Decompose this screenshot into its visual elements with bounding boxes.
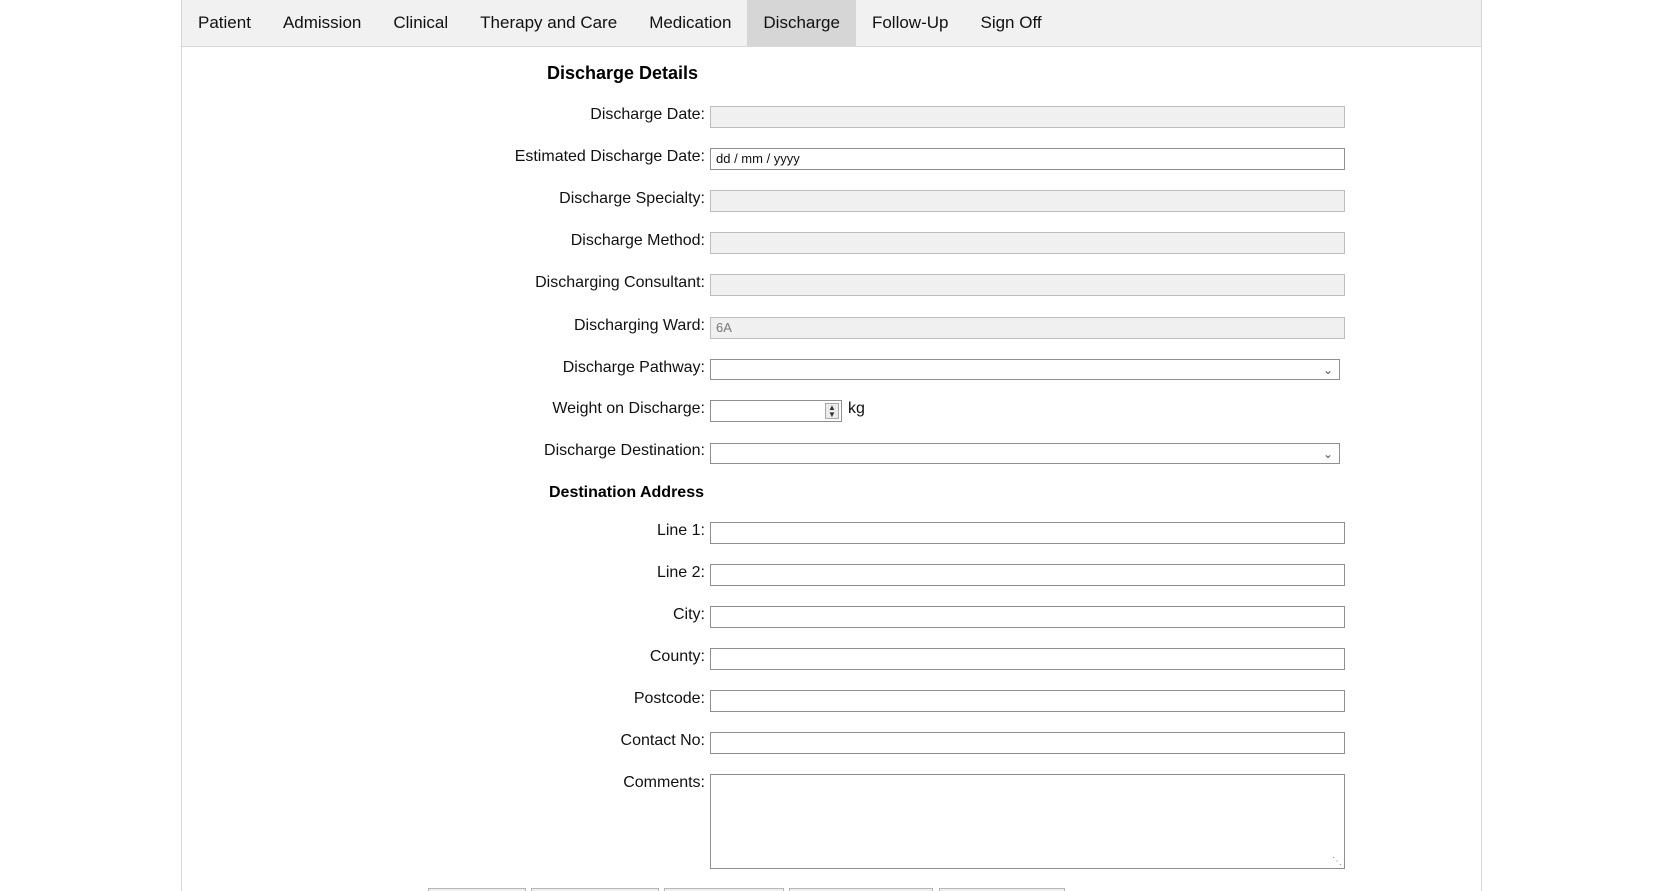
destination-address-heading: Destination Address [549, 484, 704, 501]
discharging-ward-label: Discharging Ward: [573, 317, 705, 334]
spinner-arrows-icon[interactable]: ▲ ▼ [825, 403, 839, 419]
discharge-specialty-label: Discharge Specialty: [559, 190, 705, 207]
comments-textarea[interactable]: ⋱ [710, 774, 1345, 869]
contact-no-input[interactable] [710, 732, 1345, 754]
tab-follow-up[interactable]: Follow-Up [856, 0, 965, 46]
discharge-date-field [710, 106, 1345, 128]
discharge-destination-select[interactable]: ⌄ [710, 443, 1340, 464]
discharge-details-heading: Discharge Details [547, 63, 699, 83]
discharge-specialty-field [710, 190, 1345, 212]
address-line-1-input[interactable] [710, 522, 1345, 544]
chevron-down-icon: ⌄ [1322, 363, 1333, 377]
comments-label: Comments: [623, 774, 705, 791]
line-1-label: Line 1: [656, 522, 705, 539]
contact-no-label: Contact No: [620, 732, 705, 749]
discharge-date-label: Discharge Date: [590, 106, 705, 123]
city-label: City: [673, 606, 705, 623]
discharging-consultant-field [710, 274, 1345, 296]
tab-admission[interactable]: Admission [267, 0, 377, 46]
discharge-method-field [710, 232, 1345, 254]
tab-clinical[interactable]: Clinical [377, 0, 464, 46]
line-2-label: Line 2: [656, 564, 705, 581]
tab-sign-off[interactable]: Sign Off [964, 0, 1057, 46]
resize-grip-icon[interactable]: ⋱ [1332, 857, 1342, 867]
discharge-destination-label: Discharge Destination: [544, 442, 705, 459]
discharging-consultant-label: Discharging Consultant: [535, 274, 705, 291]
tab-discharge[interactable]: Discharge [747, 0, 856, 46]
tab-patient[interactable]: Patient [182, 0, 267, 46]
discharging-ward-field: 6A [710, 317, 1345, 339]
postcode-label: Postcode: [633, 690, 705, 707]
discharge-method-label: Discharge Method: [570, 232, 705, 249]
city-input[interactable] [710, 606, 1345, 628]
tab-therapy-and-care[interactable]: Therapy and Care [464, 0, 633, 46]
weight-on-discharge-label: Weight on Discharge: [552, 400, 705, 417]
tab-medication[interactable]: Medication [633, 0, 747, 46]
estimated-discharge-date-label: Estimated Discharge Date: [514, 148, 705, 165]
weight-on-discharge-input[interactable]: ▲ ▼ [710, 400, 842, 422]
county-input[interactable] [710, 648, 1345, 670]
tab-bar: Patient Admission Clinical Therapy and C… [182, 0, 1481, 47]
discharge-pathway-label: Discharge Pathway: [562, 359, 705, 376]
form-panel: Patient Admission Clinical Therapy and C… [181, 0, 1482, 891]
postcode-input[interactable] [710, 690, 1345, 712]
address-line-2-input[interactable] [710, 564, 1345, 586]
chevron-down-icon: ⌄ [1322, 447, 1333, 461]
weight-unit: kg [848, 400, 865, 417]
county-label: County: [649, 648, 705, 665]
estimated-discharge-date-input[interactable]: dd / mm / yyyy [710, 148, 1345, 170]
discharge-pathway-select[interactable]: ⌄ [710, 359, 1340, 380]
